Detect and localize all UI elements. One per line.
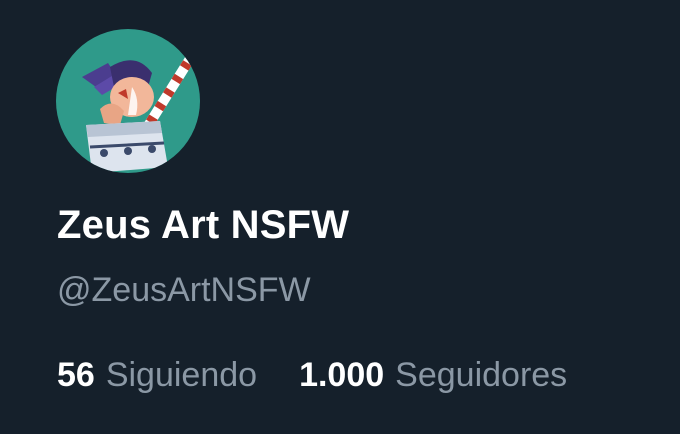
- profile-header: Zeus Art NSFW @ZeusArtNSFW 56 Siguiendo …: [0, 0, 680, 434]
- avatar-illustration-icon: [56, 29, 200, 173]
- followers-label: Seguidores: [395, 356, 568, 394]
- followers-link[interactable]: 1.000 Seguidores: [299, 356, 567, 395]
- following-label: Siguiendo: [105, 356, 258, 394]
- display-name: Zeus Art NSFW: [57, 203, 350, 247]
- followers-count: 1.000: [299, 356, 385, 394]
- profile-stats: 56 Siguiendo 1.000 Seguidores: [57, 356, 567, 395]
- following-count: 56: [57, 356, 95, 394]
- avatar[interactable]: [56, 29, 200, 173]
- username-handle: @ZeusArtNSFW: [57, 271, 311, 309]
- following-link[interactable]: 56 Siguiendo: [57, 356, 257, 395]
